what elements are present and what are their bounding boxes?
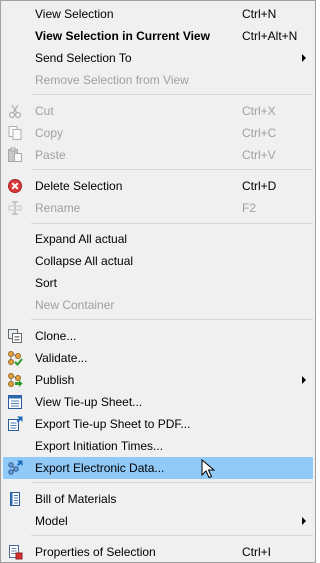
menu-separator xyxy=(31,94,313,95)
export-data-icon xyxy=(8,460,23,475)
menu-item-bill-of-materials[interactable]: Bill of Materials xyxy=(3,488,313,510)
menu-item-clone[interactable]: Clone... xyxy=(3,325,313,347)
menu-item-label: Export Tie-up Sheet to PDF... xyxy=(35,417,191,431)
menu-item-properties-of-selection[interactable]: Properties of Selection Ctrl+I xyxy=(3,541,313,562)
menu-item-label: View Tie-up Sheet... xyxy=(35,395,143,409)
menu-item-sort[interactable]: Sort xyxy=(3,272,313,294)
menu-item-view-selection-current-view[interactable]: View Selection in Current View Ctrl+Alt+… xyxy=(3,25,313,47)
menu-item-export-initiation-times[interactable]: Export Initiation Times... xyxy=(3,435,313,457)
menu-item-label: Paste xyxy=(35,148,66,162)
menu-item-label: Sort xyxy=(35,276,58,290)
menu-item-export-tie-up-sheet-pdf[interactable]: Export Tie-up Sheet to PDF... xyxy=(3,413,313,435)
paste-icon xyxy=(8,147,22,162)
copy-icon xyxy=(8,126,22,140)
menu-item-view-selection[interactable]: View Selection Ctrl+N xyxy=(3,3,313,25)
menu-item-copy: Copy Ctrl+C xyxy=(3,122,313,144)
menu-item-shortcut: Ctrl+X xyxy=(242,104,276,118)
menu-item-view-tie-up-sheet[interactable]: View Tie-up Sheet... xyxy=(3,391,313,413)
delete-icon xyxy=(8,179,22,193)
menu-separator xyxy=(31,535,313,536)
menu-item-shortcut: Ctrl+C xyxy=(242,126,277,140)
menu-item-label: Export Electronic Data... xyxy=(35,461,165,475)
menu-item-shortcut: Ctrl+Alt+N xyxy=(242,29,298,43)
menu-item-label: Model xyxy=(35,514,68,528)
mouse-cursor-icon xyxy=(201,459,216,479)
menu-item-paste: Paste Ctrl+V xyxy=(3,144,313,166)
menu-item-collapse-all[interactable]: Collapse All actual xyxy=(3,250,313,272)
rename-icon xyxy=(8,201,22,215)
context-menu: View Selection Ctrl+N View Selection in … xyxy=(0,0,316,563)
submenu-arrow-icon xyxy=(302,54,306,62)
bill-of-materials-icon xyxy=(10,492,20,506)
menu-item-label: View Selection xyxy=(35,7,114,21)
menu-item-delete-selection[interactable]: Delete Selection Ctrl+D xyxy=(3,175,313,197)
menu-separator xyxy=(31,482,313,483)
menu-item-label: Export Initiation Times... xyxy=(35,439,164,453)
menu-item-label: Publish xyxy=(35,373,75,387)
export-pdf-icon xyxy=(8,416,23,431)
menu-separator xyxy=(31,169,313,170)
submenu-arrow-icon xyxy=(302,376,306,384)
menu-item-label: Cut xyxy=(35,104,54,118)
menu-item-label: Send Selection To xyxy=(35,51,132,65)
validate-icon xyxy=(8,351,23,366)
menu-item-label: Properties of Selection xyxy=(35,545,156,559)
menu-item-label: Clone... xyxy=(35,329,77,343)
menu-item-label: View Selection in Current View xyxy=(35,29,210,43)
menu-separator xyxy=(31,223,313,224)
menu-item-model[interactable]: Model xyxy=(3,510,313,532)
properties-icon xyxy=(9,545,23,560)
menu-item-shortcut: Ctrl+I xyxy=(242,545,272,559)
menu-item-publish[interactable]: Publish xyxy=(3,369,313,391)
menu-item-label: New Container xyxy=(35,298,115,312)
menu-item-shortcut: Ctrl+N xyxy=(242,7,277,21)
menu-item-expand-all[interactable]: Expand All actual xyxy=(3,228,313,250)
menu-item-label: Remove Selection from View xyxy=(35,73,189,87)
menu-item-label: Rename xyxy=(35,201,81,215)
publish-icon xyxy=(8,373,23,387)
menu-item-export-electronic-data[interactable]: Export Electronic Data... xyxy=(3,457,313,479)
menu-item-label: Copy xyxy=(35,126,64,140)
menu-item-send-selection-to[interactable]: Send Selection To xyxy=(3,47,313,69)
tie-up-sheet-icon xyxy=(8,395,22,409)
menu-item-rename: Rename F2 xyxy=(3,197,313,219)
menu-item-new-container: New Container xyxy=(3,294,313,316)
menu-item-remove-selection: Remove Selection from View xyxy=(3,69,313,91)
submenu-arrow-icon xyxy=(302,517,306,525)
menu-item-cut: Cut Ctrl+X xyxy=(3,100,313,122)
menu-item-label: Expand All actual xyxy=(35,232,128,246)
menu-item-label: Delete Selection xyxy=(35,179,123,193)
menu-item-validate[interactable]: Validate... xyxy=(3,347,313,369)
menu-item-shortcut: F2 xyxy=(242,201,257,215)
menu-item-label: Bill of Materials xyxy=(35,492,117,506)
menu-item-label: Collapse All actual xyxy=(35,254,134,268)
clone-icon xyxy=(8,329,22,343)
menu-item-label: Validate... xyxy=(35,351,88,365)
menu-separator xyxy=(31,319,313,320)
cut-icon xyxy=(8,104,22,119)
menu-item-shortcut: Ctrl+V xyxy=(242,148,276,162)
menu-item-shortcut: Ctrl+D xyxy=(242,179,277,193)
